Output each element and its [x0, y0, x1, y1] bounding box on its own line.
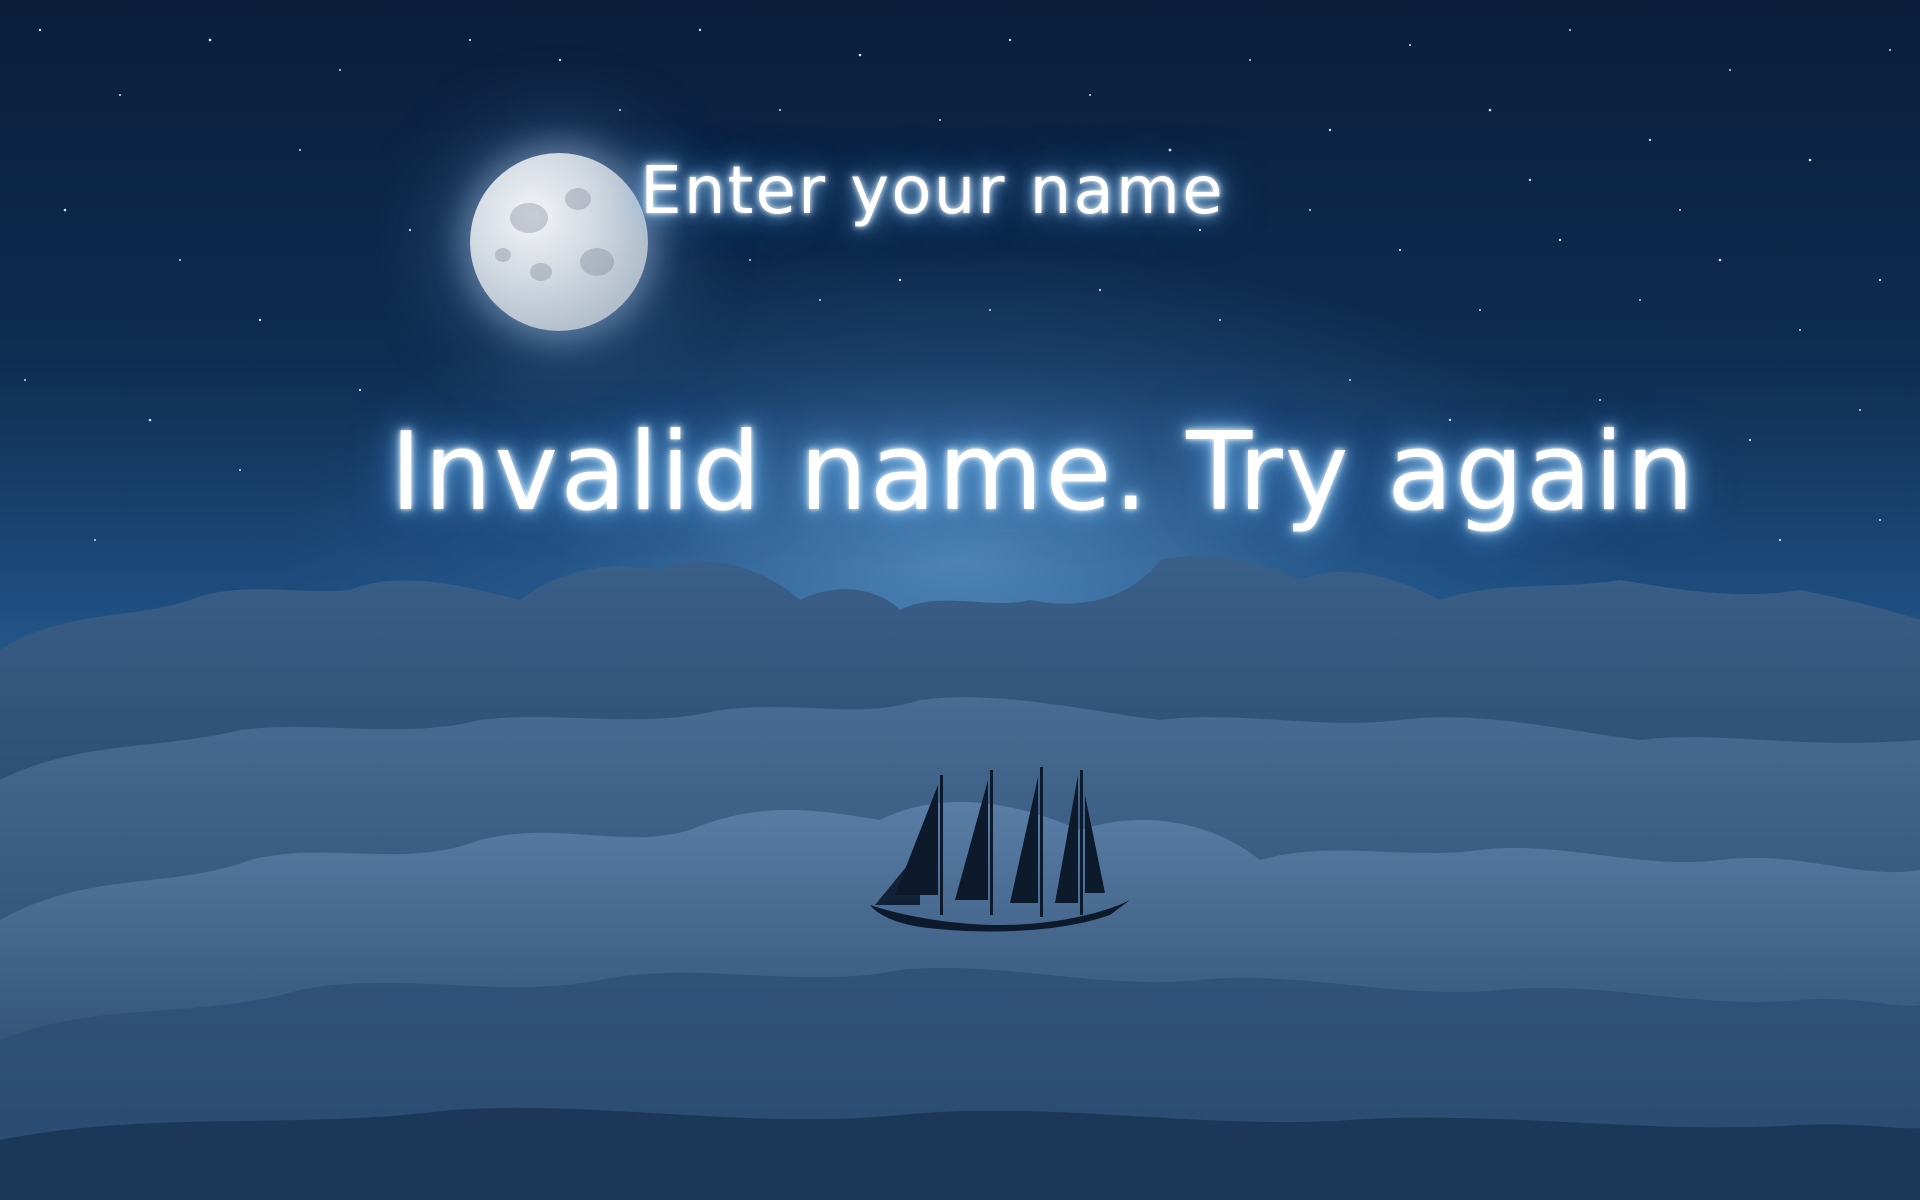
sailing-ship-icon — [870, 767, 1130, 932]
prompt-title: Enter your name — [640, 152, 1225, 229]
moon-icon — [470, 153, 648, 331]
error-message: Invalid name. Try again — [390, 410, 1697, 535]
game-screen: Enter your name Invalid name. Try again — [0, 0, 1920, 1200]
